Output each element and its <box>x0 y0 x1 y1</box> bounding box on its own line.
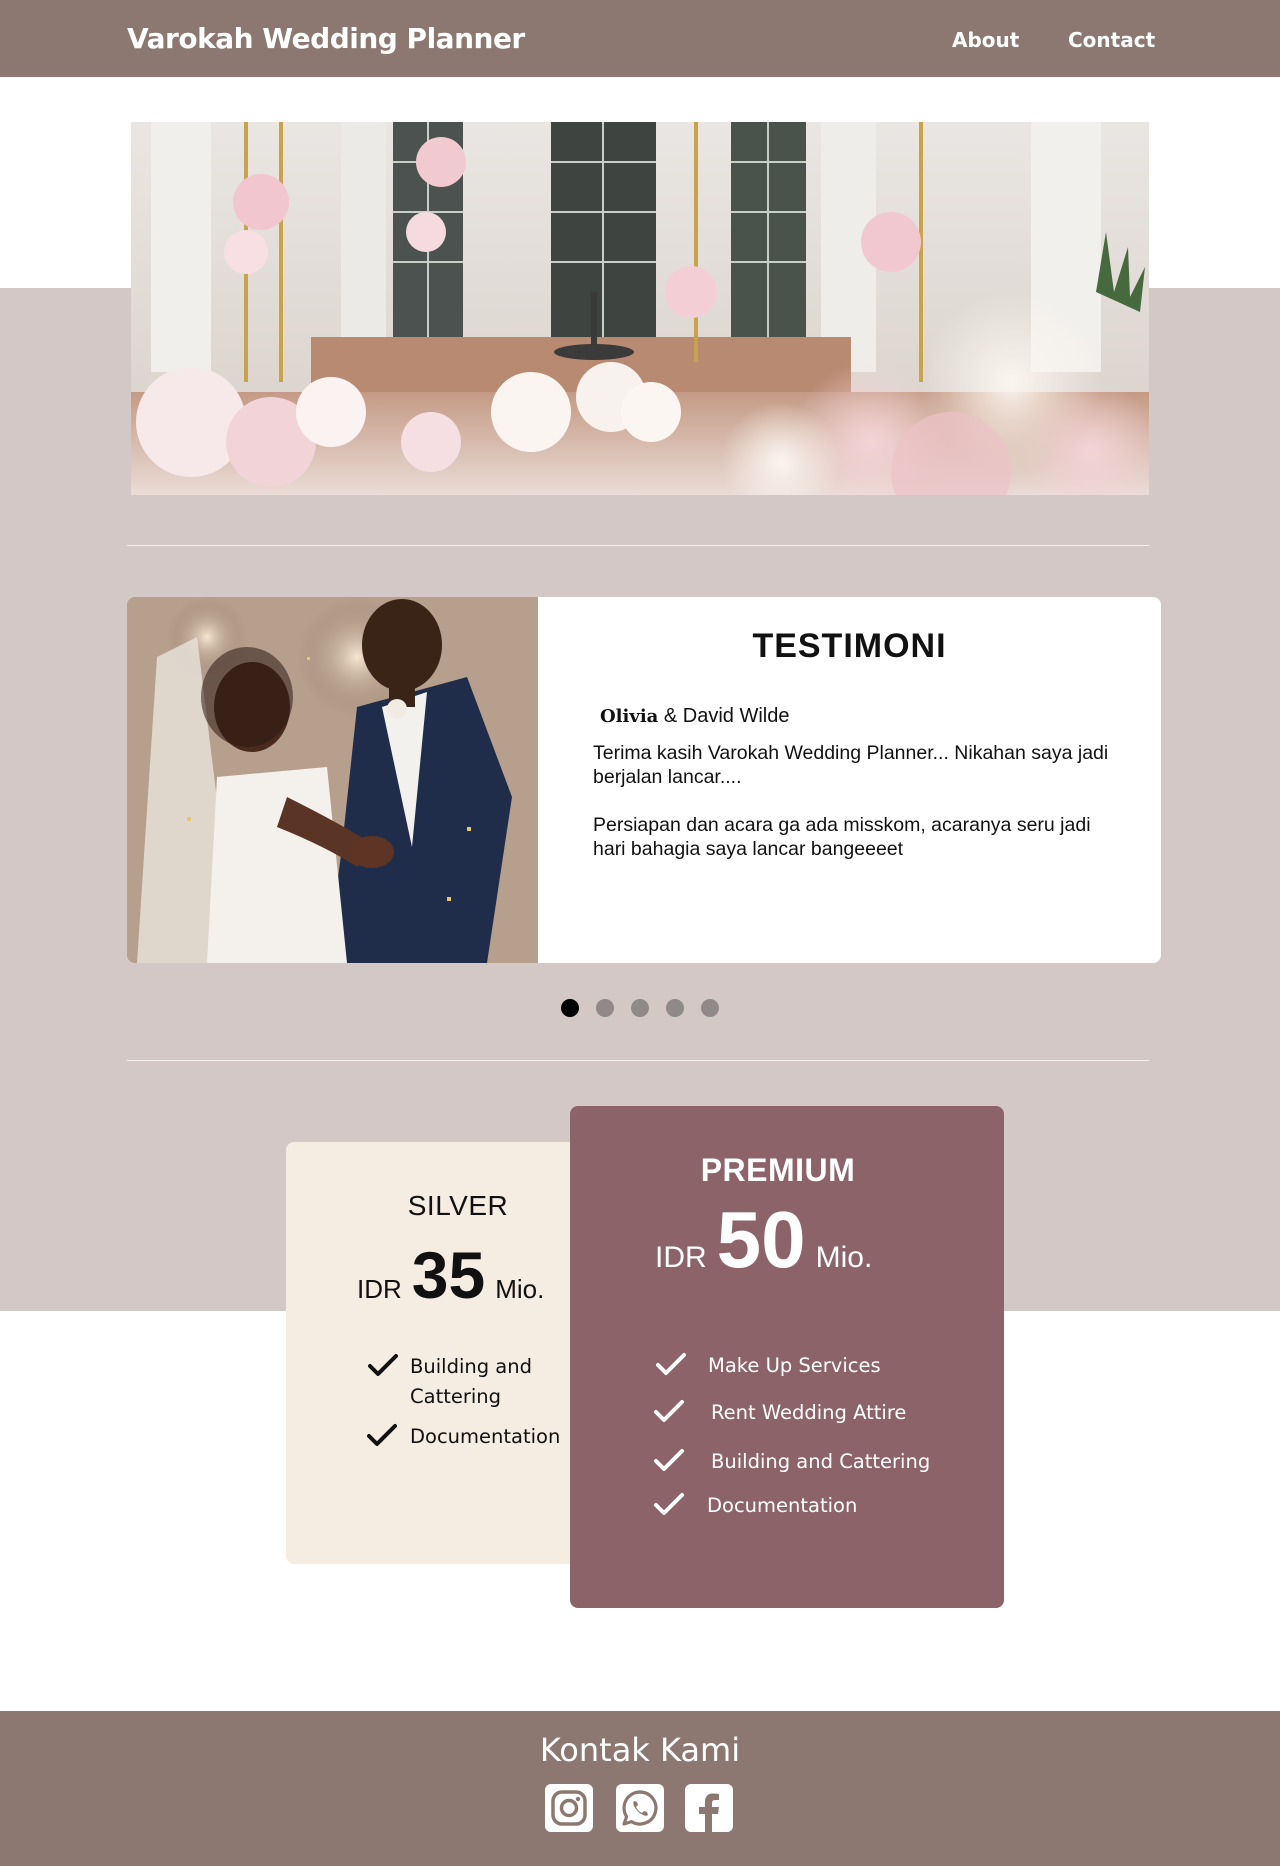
price-currency: IDR <box>357 1274 402 1304</box>
feature-label: Make Up Services <box>708 1354 881 1377</box>
feature-label: Documentation <box>410 1425 561 1448</box>
brand-logo-text[interactable]: Varokah Wedding Planner <box>127 22 525 55</box>
premium-price: IDR 50 Mio. <box>655 1194 872 1286</box>
price-currency: IDR <box>655 1241 707 1274</box>
check-icon <box>368 1354 398 1376</box>
carousel-dot[interactable] <box>701 999 719 1017</box>
couple-photo <box>127 597 538 963</box>
feature-label: Rent Wedding Attire <box>711 1401 907 1424</box>
premium-feature-item: Building and Cattering <box>652 1447 930 1477</box>
premium-feature-item: Documentation <box>652 1491 857 1521</box>
section-divider <box>127 1060 1149 1061</box>
nav-about-link[interactable]: About <box>952 28 1019 52</box>
price-unit: Mio. <box>815 1241 873 1274</box>
silver-price: IDR 35 Mio. <box>357 1237 544 1313</box>
check-icon <box>654 1400 684 1422</box>
section-divider <box>127 545 1149 546</box>
testimonial-card: TESTIMONI Olivia & David Wilde Terima ka… <box>127 597 1161 963</box>
carousel-dot[interactable] <box>596 999 614 1017</box>
price-unit: Mio. <box>495 1274 545 1304</box>
premium-pricing-card[interactable]: PREMIUM IDR 50 Mio. Make Up Services Rent … <box>570 1106 1004 1608</box>
price-amount: 50 <box>716 1195 806 1284</box>
site-header: Varokah Wedding Planner About Contact <box>0 0 1280 77</box>
premium-feature-item: Make Up Services <box>654 1351 881 1381</box>
premium-tier-name: PREMIUM <box>700 1152 856 1188</box>
testimonial-paragraph: Terima kasih Varokah Wedding Planner... … <box>593 742 1109 788</box>
instagram-icon[interactable] <box>545 1784 593 1832</box>
facebook-icon[interactable] <box>685 1784 733 1832</box>
author-first-name: Olivia <box>600 706 659 727</box>
feature-label-line: Cattering <box>410 1385 502 1408</box>
testimonial-title: TESTIMONI <box>752 627 947 665</box>
silver-feature-item: Building and Cattering <box>366 1352 532 1412</box>
carousel-dot[interactable] <box>631 999 649 1017</box>
check-icon <box>654 1449 684 1471</box>
price-amount: 35 <box>411 1238 486 1312</box>
author-rest-name: & David Wilde <box>658 705 790 727</box>
carousel-dot[interactable] <box>666 999 684 1017</box>
silver-pricing-card[interactable]: SILVER IDR 35 Mio. Building and Cattering D… <box>286 1142 586 1564</box>
carousel-indicators <box>561 999 719 1017</box>
testimonial-author: Olivia & David Wilde <box>600 705 789 728</box>
hero-venue-image <box>131 122 1149 495</box>
carousel-dot[interactable] <box>561 999 579 1017</box>
whatsapp-icon[interactable] <box>616 1784 664 1832</box>
site-footer: Kontak Kami <box>0 1711 1280 1866</box>
footer-title: Kontak Kami <box>539 1731 741 1769</box>
feature-label: Documentation <box>707 1494 858 1517</box>
premium-feature-item: Rent Wedding Attire <box>652 1398 906 1428</box>
feature-label: Building and Cattering <box>410 1352 532 1412</box>
silver-feature-item: Documentation <box>365 1422 560 1452</box>
feature-label: Building and Cattering <box>711 1450 931 1473</box>
nav-contact-link[interactable]: Contact <box>1068 28 1155 52</box>
testimonial-paragraph: Persiapan dan acara ga ada misskom, acar… <box>593 814 1091 860</box>
feature-label-line: Building and <box>410 1355 532 1378</box>
check-icon <box>656 1353 686 1375</box>
check-icon <box>654 1493 684 1515</box>
check-icon <box>367 1424 397 1446</box>
